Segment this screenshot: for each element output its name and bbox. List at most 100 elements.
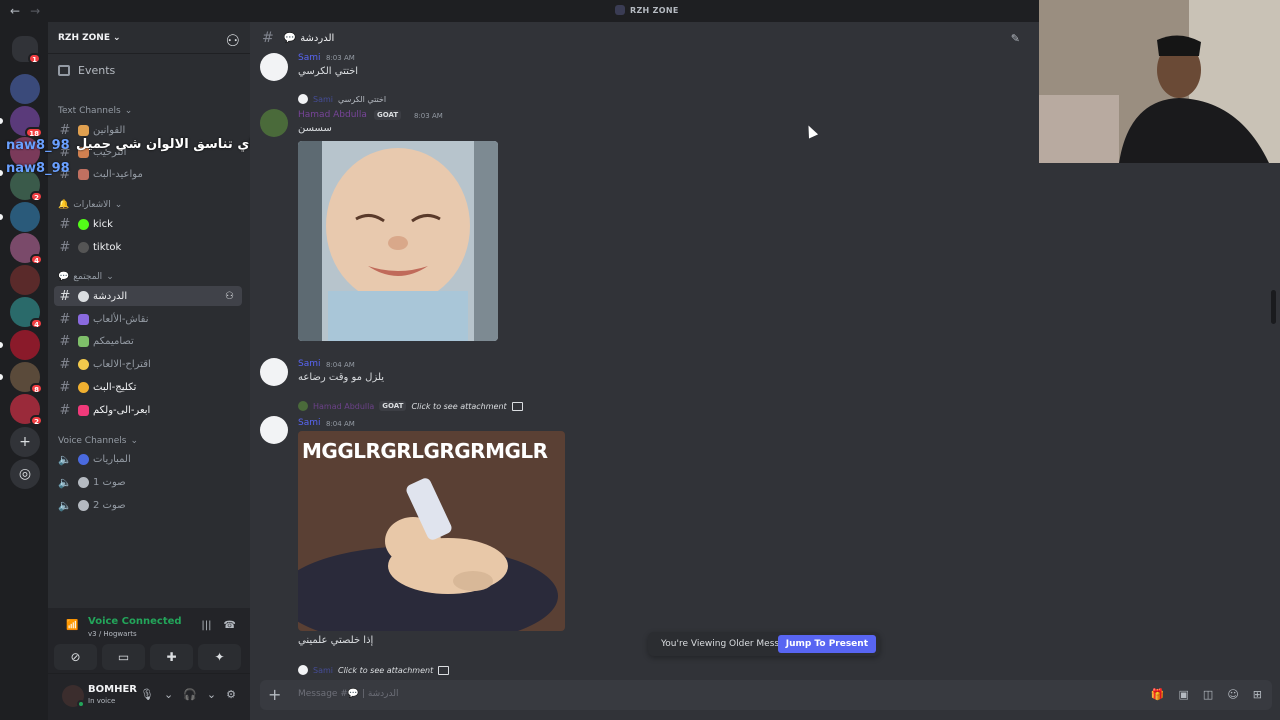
chevron-down-icon: ⌄ xyxy=(112,32,121,43)
noise-suppression-icon[interactable]: ||| xyxy=(201,620,211,631)
message-author[interactable]: Sami xyxy=(298,418,321,428)
voice-status[interactable]: Voice Connected xyxy=(88,616,182,627)
back-arrow-icon[interactable]: ← xyxy=(10,4,20,18)
unread-pill xyxy=(0,170,3,176)
chevron-down-icon[interactable]: ⌄ xyxy=(207,688,216,701)
username[interactable]: BOMHER xyxy=(88,684,137,695)
add-member-icon[interactable]: ⚇ xyxy=(225,291,234,302)
headphones-icon[interactable]: 🎧 xyxy=(183,688,197,701)
avatar xyxy=(298,665,308,675)
calendar-icon xyxy=(58,65,70,76)
channel-games-discussion[interactable]: # نقاش-الألعاب xyxy=(54,309,242,329)
older-messages-bar: You're Viewing Older Messages Jump To Pr… xyxy=(648,632,880,656)
channel-kick[interactable]: # kick xyxy=(54,214,242,234)
scrollbar[interactable] xyxy=(1271,290,1276,324)
role-badge: GOAT xyxy=(374,110,402,120)
channel-designs[interactable]: # تصاميمكم xyxy=(54,331,242,351)
channel-game-suggestions[interactable]: # اقتراح-الالعاب xyxy=(54,354,242,374)
hash-icon: # xyxy=(59,333,71,349)
speech-bubble-icon: 💬 xyxy=(283,32,297,44)
plus-icon[interactable]: + xyxy=(268,685,281,704)
gear-icon[interactable]: ⚙ xyxy=(226,688,236,701)
channel-chat[interactable]: # الدردشة ⚇ xyxy=(54,286,242,306)
avatar[interactable] xyxy=(260,53,288,81)
emoji-icon xyxy=(78,168,89,180)
channel-confessions[interactable]: # ابعر-الى-ولكم xyxy=(54,400,242,420)
category-notifications[interactable]: 🔔 الاشعارات ⌄ xyxy=(58,200,122,210)
chevron-down-icon: ⌄ xyxy=(106,272,114,282)
server-icon[interactable]: 2 xyxy=(10,394,43,426)
guild-header[interactable]: RZH ZONE ⌄ xyxy=(48,22,250,54)
message-text: يلزل مو وقت رضاعه xyxy=(298,372,385,383)
message-text: سسسن xyxy=(298,123,332,134)
category-community[interactable]: 💬 المجتمع ⌄ xyxy=(58,272,114,282)
activities-button[interactable]: ✚ xyxy=(150,644,193,670)
forward-arrow-icon[interactable]: → xyxy=(30,4,40,18)
reply-preview[interactable]: Sami اختتي الكرسي xyxy=(298,94,386,104)
apps-icon[interactable]: ⊞ xyxy=(1253,688,1262,701)
server-icon[interactable]: 4 xyxy=(10,297,43,329)
server-icon[interactable] xyxy=(10,330,40,360)
history-nav: ← → xyxy=(10,4,40,18)
chevron-down-icon: ⌄ xyxy=(130,436,138,446)
server-icon[interactable] xyxy=(10,202,40,232)
message-input[interactable]: Message #💬 | الدردشة xyxy=(298,689,399,699)
add-member-icon[interactable]: ⚇ xyxy=(226,31,240,50)
channel-stream-times[interactable]: # مواعيد-البث xyxy=(54,164,242,184)
emoji-icon[interactable]: ☺ xyxy=(1227,688,1238,701)
gift-icon[interactable]: 🎁 xyxy=(1151,688,1165,701)
unread-pill xyxy=(0,374,3,380)
soundboard-icon: ✦ xyxy=(214,650,225,664)
category-voice-channels[interactable]: Voice Channels ⌄ xyxy=(58,436,138,446)
avatar[interactable] xyxy=(260,109,288,137)
image-icon xyxy=(438,665,450,675)
message-composer[interactable]: + Message #💬 | الدردشة 🎁 ▣ ◫ ☺ ⊞ xyxy=(260,680,1272,710)
baby-gif-attachment[interactable] xyxy=(298,141,498,341)
events-item[interactable]: Events xyxy=(58,64,115,77)
server-icon[interactable] xyxy=(10,74,40,104)
activities-icon: ✚ xyxy=(166,650,177,664)
add-server-icon[interactable]: + xyxy=(10,427,40,457)
message-author[interactable]: Hamad Abdulla xyxy=(298,110,367,120)
reply-preview[interactable]: Sami Click to see attachment xyxy=(298,665,450,675)
notification-badge: 4 xyxy=(30,254,43,265)
tiktok-logo-icon xyxy=(78,241,89,253)
server-icon[interactable] xyxy=(10,265,40,295)
screen-share-icon: ▭ xyxy=(117,650,130,664)
voice-channel-1[interactable]: 🔈 صوت 1 xyxy=(54,472,242,492)
server-icon[interactable]: 8 xyxy=(10,362,43,394)
discord-home-icon[interactable]: 1 xyxy=(12,36,41,64)
camera-off-button[interactable]: ⊘ xyxy=(54,644,97,670)
sticker-icon[interactable]: ◫ xyxy=(1203,688,1213,701)
screen-share-button[interactable]: ▭ xyxy=(102,644,145,670)
channel-tiktok[interactable]: # tiktok xyxy=(54,237,242,257)
message-text: إذا خلصتي علميني xyxy=(298,635,374,646)
discover-icon[interactable]: ◎ xyxy=(10,459,40,489)
server-icon[interactable]: 18 xyxy=(10,106,43,138)
server-icon[interactable]: 4 xyxy=(10,233,43,265)
category-text-channels[interactable]: Text Channels ⌄ xyxy=(58,106,132,116)
kitten-gif-attachment[interactable]: MGGLRGRLGRGRMGLR xyxy=(298,431,565,631)
online-status-dot xyxy=(77,700,85,708)
voice-location[interactable]: v3 / Hogwarts xyxy=(88,630,137,638)
soundboard-button[interactable]: ✦ xyxy=(198,644,241,670)
avatar[interactable] xyxy=(260,416,288,444)
gif-icon[interactable]: ▣ xyxy=(1179,688,1189,701)
microphone-icon[interactable]: 🎙 xyxy=(140,688,154,701)
speaker-emoji-icon xyxy=(78,499,89,511)
avatar[interactable] xyxy=(260,358,288,386)
channel-stream-clips[interactable]: # تكليج-البث xyxy=(54,377,242,397)
voice-channel-2[interactable]: 🔈 صوت 2 xyxy=(54,495,242,515)
notification-badge: 1 xyxy=(28,53,41,64)
server-list: 1 18 2 4 4 8 2 + ◎ xyxy=(0,22,48,720)
chevron-down-icon[interactable]: ⌄ xyxy=(164,688,173,701)
jump-to-present-button[interactable]: Jump To Present xyxy=(777,635,876,653)
chevron-down-icon: ⌄ xyxy=(124,106,133,116)
message-author[interactable]: Sami xyxy=(298,53,321,63)
threads-icon[interactable]: ✎ xyxy=(1011,32,1020,45)
reply-preview[interactable]: Hamad Abdulla GOAT Click to see attachme… xyxy=(298,401,523,411)
hash-icon: # xyxy=(59,402,71,418)
disconnect-icon[interactable]: ☎ xyxy=(224,620,236,631)
message-author[interactable]: Sami xyxy=(298,359,321,369)
voice-channel-matches[interactable]: 🔈 المباريات xyxy=(54,449,242,469)
